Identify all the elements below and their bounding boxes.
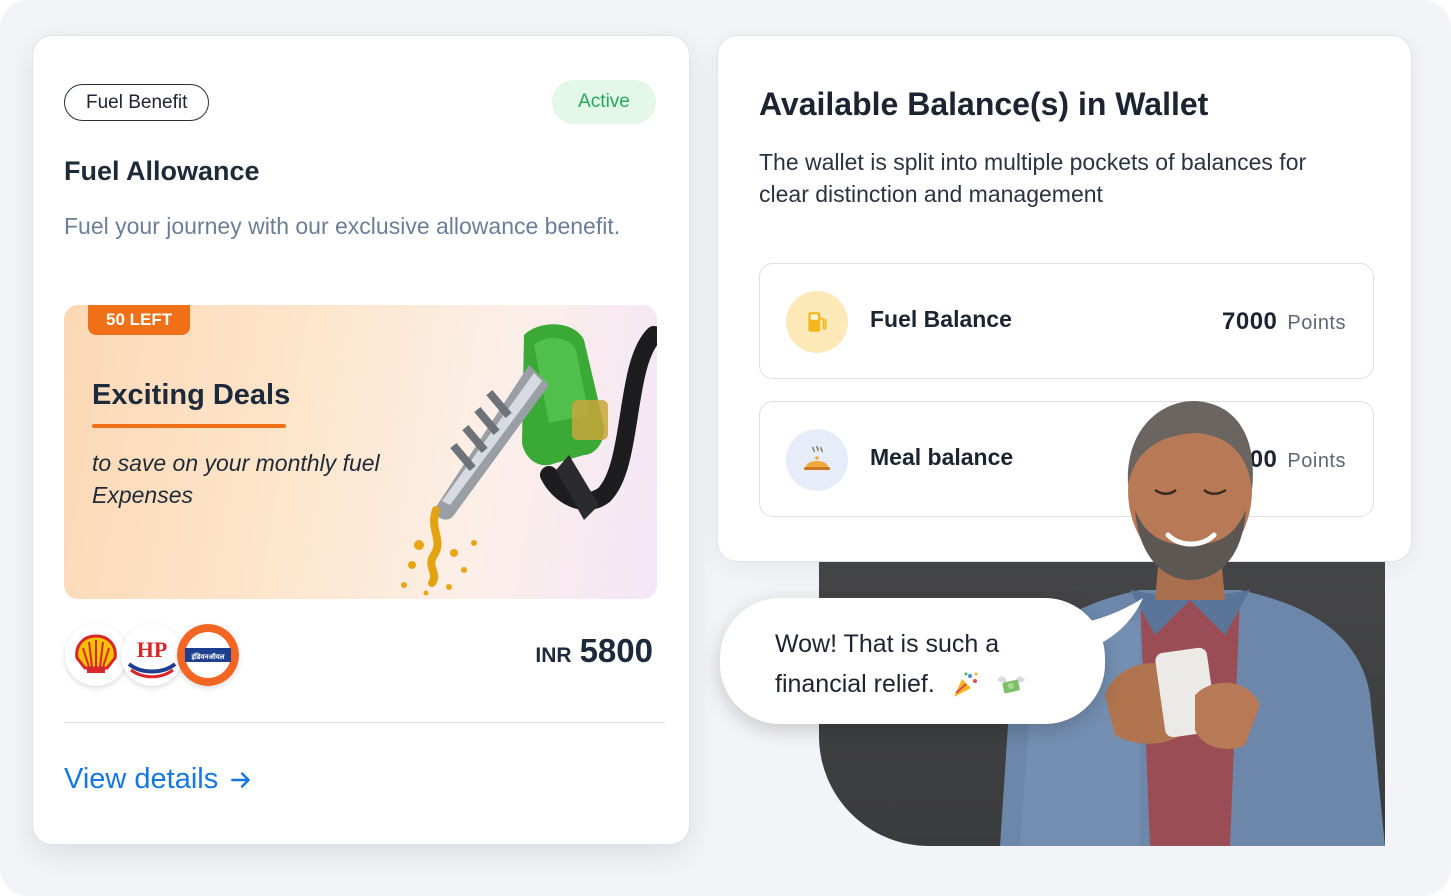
banner-heading: Exciting Deals <box>92 379 291 411</box>
balance-value: 7000 Points <box>1222 308 1346 336</box>
card-description: Fuel your journey with our exclusive all… <box>64 213 621 239</box>
balance-row-fuel[interactable]: Fuel Balance 7000 Points <box>759 263 1374 379</box>
status-badge: Active <box>552 80 656 124</box>
card-title: Fuel Allowance <box>64 156 260 186</box>
bubble-line-1: Wow! That is such a <box>775 630 1000 658</box>
bubble-line-2: financial relief. <box>775 670 935 698</box>
view-details-label: View details <box>64 763 219 795</box>
price-amount: 5800 <box>579 632 653 669</box>
speech-bubble: Wow! That is such a financial relief. <box>720 598 1105 724</box>
bubble-tail <box>1068 598 1143 651</box>
benefit-tag: Fuel Benefit <box>64 84 210 121</box>
banner-underline <box>92 424 286 428</box>
balance-amount: 7000 <box>1222 308 1278 335</box>
view-details-link[interactable]: View details <box>64 763 254 796</box>
meal-cloche-icon <box>786 429 848 491</box>
canvas: Fuel Benefit Active Fuel Allowance Fuel … <box>0 0 1451 896</box>
arrow-right-icon <box>231 771 250 788</box>
hp-logo: HP <box>121 624 183 686</box>
indian-oil-logo: इंडियनऑयल <box>177 624 239 686</box>
money-with-wings-icon <box>996 676 1025 694</box>
stock-left-badge: 50 LEFT <box>88 305 191 335</box>
fuel-nozzle-image <box>401 324 657 596</box>
fuel-pump-icon <box>786 291 848 353</box>
price: INR 5800 <box>535 632 653 670</box>
wallet-description: The wallet is split into multiple pocket… <box>759 149 1307 207</box>
deals-banner[interactable]: 50 LEFT Exciting Deals to save on your m… <box>64 305 657 599</box>
balance-unit: Points <box>1287 312 1346 334</box>
hp-logo-text: HP <box>137 637 168 662</box>
wallet-title: Available Balance(s) in Wallet <box>759 86 1209 122</box>
shell-logo <box>65 624 127 686</box>
balance-name: Fuel Balance <box>870 306 1012 332</box>
party-popper-icon <box>953 672 978 698</box>
divider <box>64 722 665 723</box>
bubble-text: Wow! That is such a financial relief. <box>775 624 1095 704</box>
indianoil-logo-text: इंडियनऑयल <box>191 652 225 661</box>
fuel-allowance-card[interactable]: Fuel Benefit Active Fuel Allowance Fuel … <box>32 35 690 845</box>
price-currency: INR <box>535 644 572 667</box>
